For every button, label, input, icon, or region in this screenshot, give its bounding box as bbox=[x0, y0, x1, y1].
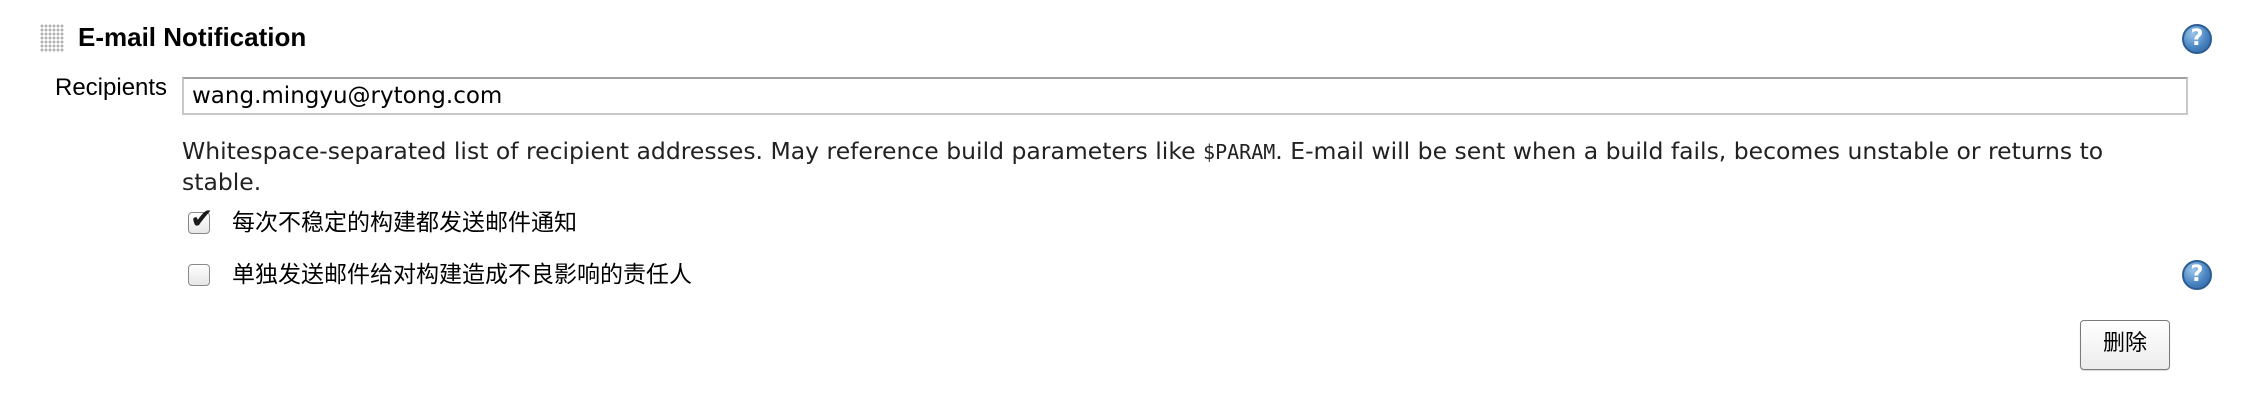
send-to-individuals-checkbox[interactable] bbox=[188, 264, 210, 286]
recipients-input[interactable] bbox=[182, 77, 2188, 115]
every-unstable-build-checkbox[interactable]: ✔ bbox=[188, 205, 213, 234]
option-send-to-individuals[interactable]: 单独发送邮件给对构建造成不良影响的责任人 bbox=[188, 258, 692, 292]
help-icon[interactable]: ? bbox=[2182, 260, 2212, 290]
help-text-before-param: Whitespace-separated list of recipient a… bbox=[182, 137, 1204, 165]
help-icon[interactable]: ? bbox=[2182, 24, 2212, 54]
drag-handle-icon[interactable] bbox=[40, 24, 64, 52]
recipients-label: Recipients bbox=[55, 74, 168, 101]
send-to-individuals-label[interactable]: 单独发送邮件给对构建造成不良影响的责任人 bbox=[232, 260, 692, 290]
help-text-param: $PARAM bbox=[1203, 140, 1276, 164]
option-every-unstable-build[interactable]: ✔ 每次不稳定的构建都发送邮件通知 bbox=[188, 205, 577, 240]
recipients-help-text: Whitespace-separated list of recipient a… bbox=[182, 136, 2172, 197]
delete-button[interactable]: 删除 bbox=[2080, 320, 2170, 370]
every-unstable-build-label[interactable]: 每次不稳定的构建都发送邮件通知 bbox=[232, 208, 577, 238]
checkmark-icon: ✔ bbox=[190, 202, 214, 235]
section-title: E-mail Notification bbox=[78, 22, 307, 52]
